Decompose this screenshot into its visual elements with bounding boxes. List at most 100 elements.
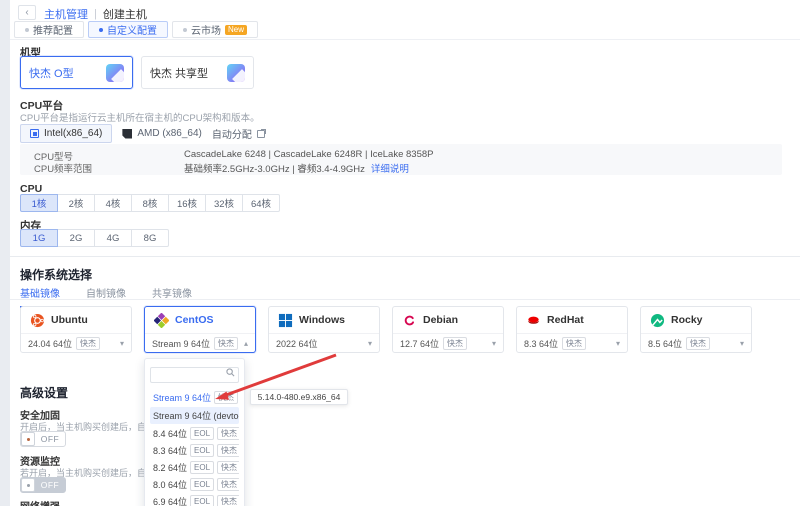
os-name: RedHat (547, 314, 584, 326)
cpu-chip-icon (30, 129, 39, 138)
tab-cloud-market[interactable]: 云市场 New (172, 21, 258, 38)
centos-logo-icon (154, 313, 169, 328)
option-label: 8.2 64位 (153, 461, 187, 474)
tab-custom-image[interactable]: 自制镜像 (86, 285, 126, 308)
os-version: 8.5 64位 (648, 337, 682, 350)
os-name: Rocky (671, 314, 703, 326)
os-version-select[interactable]: 8.5 64位 快杰 ▾ (641, 333, 751, 353)
dropdown-option-stream9-devtool[interactable]: Stream 9 64位 (devtool 快杰 (150, 407, 239, 424)
rocky-logo-icon (650, 313, 665, 328)
machine-type-card-kuaijie-shared[interactable]: 快杰 共享型 (141, 56, 254, 89)
memory-option-1g[interactable]: 1G (20, 229, 58, 247)
os-card-header: Windows (269, 307, 379, 333)
os-card-header: Debian (393, 307, 503, 333)
cpu-platform-desc: CPU平台是指运行云主机所在宿主机的CPU架构和版本。 (20, 110, 260, 124)
memory-option-8g[interactable]: 8G (131, 229, 169, 247)
os-version-select[interactable]: 8.3 64位 快杰 ▾ (517, 333, 627, 353)
platform-option-intel[interactable]: Intel(x86_64) (20, 124, 112, 143)
cpu-option-32core[interactable]: 32核 (205, 194, 243, 212)
os-version-select[interactable]: 2022 64位 ▾ (269, 333, 379, 353)
security-hardening-toggle[interactable]: OFF (20, 431, 66, 447)
dropdown-option-8-3[interactable]: 8.3 64位 EOL 快杰 (150, 443, 239, 458)
section-divider (10, 256, 800, 257)
os-version: 2022 64位 (276, 337, 318, 350)
machine-type-card-kuaijie-o[interactable]: 快杰 O型 (20, 56, 133, 89)
kuaijie-badge: 快杰 (686, 337, 710, 350)
os-name: CentOS (175, 314, 214, 326)
os-card-centos[interactable]: CentOS Stream 9 64位 快杰 ▴ (144, 306, 256, 353)
os-card-header: Rocky (641, 307, 751, 333)
external-link-icon (257, 130, 265, 138)
tab-label: 推荐配置 (33, 22, 73, 37)
kuaijie-badge: 快杰 (217, 427, 239, 440)
cpu-platform-options: Intel(x86_64) AMD (x86_64) 自动分配 (20, 124, 265, 143)
cpu-freq-detail-link[interactable]: 详细说明 (371, 161, 409, 175)
cpu-option-4core[interactable]: 4核 (94, 194, 132, 212)
memory-option-4g[interactable]: 4G (94, 229, 132, 247)
machine-type-icon (227, 64, 245, 82)
kuaijie-badge: 快杰 (217, 495, 239, 506)
image-tabs-underline (10, 299, 800, 300)
tab-shared-image[interactable]: 共享镜像 (152, 285, 192, 308)
os-version: Stream 9 64位 (152, 337, 210, 350)
toggle-state-label: OFF (35, 480, 65, 490)
os-section-heading: 操作系统选择 (20, 266, 92, 283)
resource-monitor-toggle[interactable]: OFF (20, 477, 66, 493)
platform-option-amd[interactable]: AMD (x86_64) (122, 128, 201, 139)
os-version-select[interactable]: 12.7 64位 快杰 ▾ (393, 333, 503, 353)
dropdown-option-6-9[interactable]: 6.9 64位 EOL 快杰 (150, 494, 239, 506)
kuaijie-badge: 快杰 (217, 461, 239, 474)
tabs-divider (10, 39, 800, 40)
option-label: 8.0 64位 (153, 478, 187, 491)
option-label: 8.3 64位 (153, 444, 187, 457)
dropdown-option-8-0[interactable]: 8.0 64位 EOL 快杰 (150, 477, 239, 492)
breadcrumb-section[interactable]: 主机管理 (44, 6, 88, 22)
windows-logo-icon (278, 313, 293, 328)
platform-amd-label: AMD (x86_64) (137, 128, 201, 139)
cpu-option-8core[interactable]: 8核 (131, 194, 169, 212)
eol-badge: EOL (190, 461, 214, 474)
os-name: Debian (423, 314, 458, 326)
os-card-header: Ubuntu (21, 307, 131, 333)
tab-dot-icon (99, 28, 103, 32)
breadcrumb: 主机管理 | 创建主机 (44, 6, 147, 22)
debian-logo-icon (402, 313, 417, 328)
platform-auto-label: 自动分配 (212, 126, 252, 141)
platform-intel-label: Intel(x86_64) (44, 128, 102, 139)
os-card-ubuntu[interactable]: Ubuntu 24.04 64位 快杰 ▾ (20, 306, 132, 353)
tab-custom-config[interactable]: 自定义配置 (88, 21, 168, 38)
dropdown-option-8-4[interactable]: 8.4 64位 EOL 快杰 (150, 426, 239, 441)
machine-type-icon (106, 64, 124, 82)
os-card-debian[interactable]: Debian 12.7 64位 快杰 ▾ (392, 306, 504, 353)
eol-badge: EOL (190, 444, 214, 457)
dropdown-option-stream9[interactable]: Stream 9 64位 快杰 (150, 390, 239, 405)
tab-dot-icon (183, 28, 187, 32)
cpu-option-2core[interactable]: 2核 (57, 194, 95, 212)
memory-options: 1G 2G 4G 8G (20, 229, 169, 247)
os-version: 24.04 64位 (28, 337, 72, 350)
back-icon: ‹ (25, 7, 28, 18)
tab-recommended-config[interactable]: 推荐配置 (14, 21, 84, 38)
os-card-redhat[interactable]: RedHat 8.3 64位 快杰 ▾ (516, 306, 628, 353)
dropdown-search (150, 365, 239, 383)
kuaijie-badge: 快杰 (443, 337, 467, 350)
os-version-select[interactable]: Stream 9 64位 快杰 ▴ (145, 333, 255, 353)
cpu-option-1core[interactable]: 1核 (20, 194, 58, 212)
search-icon (226, 368, 235, 377)
os-card-windows[interactable]: Windows 2022 64位 ▾ (268, 306, 380, 353)
os-card-rocky[interactable]: Rocky 8.5 64位 快杰 ▾ (640, 306, 752, 353)
cpu-freq-value: 基础频率2.5GHz-3.0GHz | 睿频3.4-4.9GHz (184, 161, 365, 175)
tab-base-image[interactable]: 基础镜像 (20, 285, 60, 308)
os-version-select[interactable]: 24.04 64位 快杰 ▾ (21, 333, 131, 353)
os-card-header: RedHat (517, 307, 627, 333)
back-button[interactable]: ‹ (18, 5, 36, 20)
cpu-freq-row: CPU频率范围 基础频率2.5GHz-3.0GHz | 睿频3.4-4.9GHz… (34, 161, 409, 175)
image-tabs: 基础镜像 自制镜像 共享镜像 (20, 285, 192, 308)
kernel-version-tooltip: 5.14.0-480.e9.x86_64 (250, 389, 348, 405)
platform-option-auto[interactable]: 自动分配 (212, 126, 265, 141)
kuaijie-badge: 快杰 (214, 391, 238, 404)
cpu-option-16core[interactable]: 16核 (168, 194, 206, 212)
memory-option-2g[interactable]: 2G (57, 229, 95, 247)
dropdown-option-8-2[interactable]: 8.2 64位 EOL 快杰 (150, 460, 239, 475)
cpu-option-64core[interactable]: 64核 (242, 194, 280, 212)
